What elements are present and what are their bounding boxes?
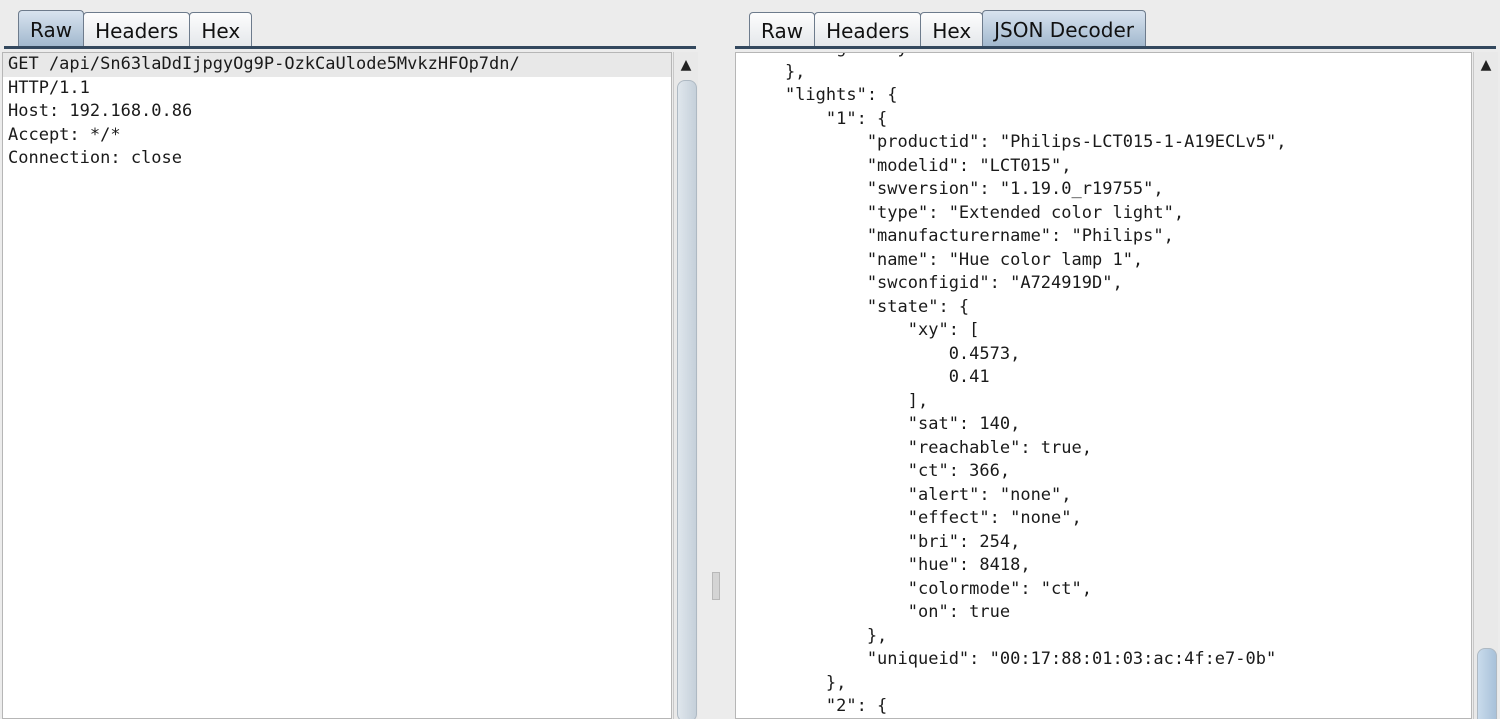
request-text[interactable]: GET /api/Sn63laDdIjpgyOg9P-OzkCaUlode5Mv…: [3, 53, 671, 171]
json-line: },: [744, 672, 847, 693]
response-scroll-thumb[interactable]: [1477, 648, 1497, 719]
json-line: "productid": "Philips-LCT015-1-A19ECLv5"…: [744, 132, 1287, 152]
request-line: HTTP/1.1: [8, 77, 90, 98]
tab-raw[interactable]: Raw: [749, 12, 816, 48]
scroll-up-arrow-icon[interactable]: ▲: [1478, 57, 1494, 73]
json-line: },: [744, 625, 888, 646]
json-line: "type": "Extended color light",: [744, 202, 1185, 223]
json-line: "manufacturername": "Philips",: [744, 226, 1174, 246]
json-line: "colormode": "ct",: [744, 578, 1092, 599]
request-line: Connection: close: [8, 148, 182, 168]
json-line: "sat": 140,: [744, 414, 1021, 434]
json-decoder-view[interactable]: "gateway": "192.168.0.1" }, "lights": { …: [735, 52, 1472, 719]
json-line: "lights": {: [744, 85, 898, 105]
tab-hex[interactable]: Hex: [189, 12, 253, 48]
json-line: "alert": "none",: [744, 484, 1072, 505]
request-tab-bar: Raw Headers Hex: [0, 0, 700, 49]
tab-headers[interactable]: Headers: [83, 12, 191, 48]
response-tab-rule: [735, 46, 1496, 49]
json-line: "reachable": true,: [744, 437, 1092, 458]
response-pane: RawHeadersHexJSON Decoder "gateway": "19…: [731, 0, 1500, 719]
json-text[interactable]: "gateway": "192.168.0.1" }, "lights": { …: [736, 53, 1287, 718]
response-tabs: Raw Headers Hex JSON Decoder: [749, 10, 1146, 48]
request-line: GET /api/Sn63laDdIjpgyOg9P-OzkCaUlode5Mv…: [3, 53, 671, 77]
json-line: "xy": [: [744, 320, 980, 340]
request-line: Accept: */*: [8, 124, 121, 145]
json-line: "hue": 8418,: [744, 555, 1031, 575]
json-line: "on": true: [744, 602, 1011, 622]
request-scrollbar[interactable]: ▲: [673, 52, 698, 719]
request-tab-rule: [4, 46, 696, 49]
tab-hex[interactable]: Hex: [920, 12, 984, 48]
tab-json-decoder[interactable]: JSON Decoder: [982, 10, 1146, 48]
scroll-up-arrow-icon[interactable]: ▲: [678, 57, 694, 73]
split-divider[interactable]: [706, 0, 724, 719]
json-line: "1": {: [744, 108, 888, 129]
json-line: "state": {: [744, 296, 970, 317]
json-line: "name": "Hue color lamp 1",: [744, 249, 1144, 270]
json-line: "effect": "none",: [744, 508, 1082, 528]
request-raw-editor[interactable]: GET /api/Sn63laDdIjpgyOg9P-OzkCaUlode5Mv…: [2, 52, 672, 719]
response-scrollbar[interactable]: ▲: [1473, 52, 1498, 719]
json-line: "swconfigid": "A724919D",: [744, 273, 1123, 293]
json-line: ],: [744, 390, 929, 411]
json-line: "2": {: [744, 696, 888, 716]
json-line: 0.4573,: [744, 343, 1021, 364]
json-line: "swversion": "1.19.0_r19755",: [744, 179, 1164, 199]
json-line: 0.41: [744, 367, 990, 387]
message-editor-split-view: Raw Headers Hex GET /api/Sn63laDdIjpgyOg9P…: [0, 0, 1500, 719]
json-line: "modelid": "LCT015",: [744, 155, 1072, 176]
json-line: "ct": 366,: [744, 461, 1011, 481]
json-line: },: [744, 61, 806, 82]
response-tab-bar: Raw Headers Hex JSON Decoder: [731, 0, 1500, 49]
json-line: "gateway": "192.168.0.1": [736, 53, 1286, 61]
divider-grip-handle[interactable]: [712, 572, 720, 600]
tab-headers[interactable]: Headers: [814, 12, 922, 48]
request-tabs: Raw Headers Hex: [18, 10, 253, 48]
json-line: "bri": 254,: [744, 531, 1021, 552]
tab-raw[interactable]: Raw: [18, 10, 85, 48]
request-line: Host: 192.168.0.86: [8, 101, 193, 121]
request-scroll-thumb[interactable]: [677, 80, 697, 719]
json-line: "uniqueid": "00:17:88:01:03:ac:4f:e7-0b": [744, 649, 1277, 669]
request-pane: Raw Headers Hex GET /api/Sn63laDdIjpgyOg9P…: [0, 0, 700, 719]
